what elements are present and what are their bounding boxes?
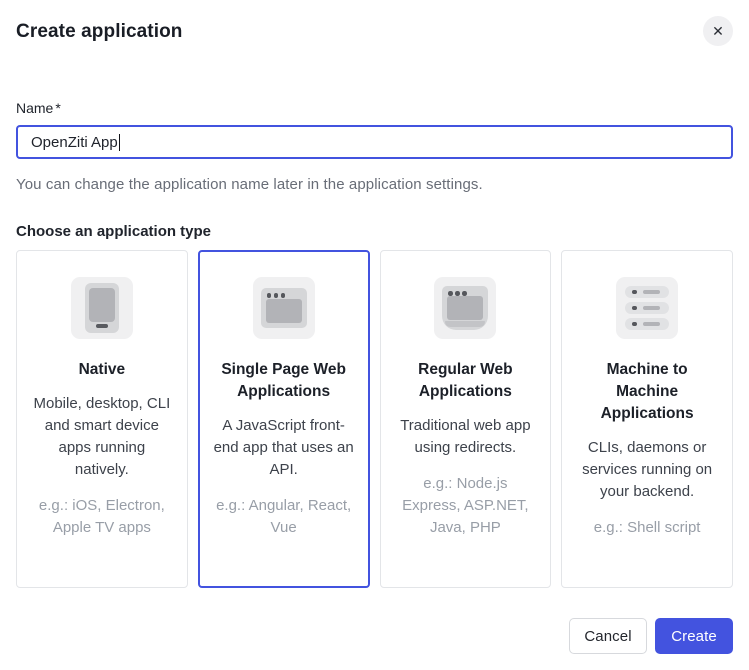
app-type-card-list: Native Mobile, desktop, CLI and smart de… [16,250,733,588]
dialog-header: Create application ✕ [16,16,733,46]
card-example: e.g.: Node.js Express, ASP.NET, Java, PH… [395,473,537,539]
app-type-card-native[interactable]: Native Mobile, desktop, CLI and smart de… [16,250,188,588]
card-title: Native [79,359,126,381]
server-stack-icon [616,277,678,339]
card-example: e.g.: Angular, React, Vue [213,495,355,539]
name-helper-text: You can change the application name late… [16,176,733,193]
app-type-card-machine-to-machine[interactable]: Machine to Machine Applications CLIs, da… [561,250,733,588]
name-field-label: Name* [16,100,733,116]
card-description: CLIs, daemons or services running on you… [576,437,718,503]
card-title: Single Page Web Applications [213,359,355,403]
dialog-footer: Cancel Create [16,618,733,654]
create-application-dialog: Create application ✕ Name* OpenZiti App … [0,0,749,670]
required-marker: * [55,100,60,116]
card-description: Traditional web app using redirects. [395,415,537,459]
card-description: A JavaScript front-end app that uses an … [213,415,355,481]
choose-type-label: Choose an application type [16,223,733,240]
text-caret [119,134,120,151]
cancel-button[interactable]: Cancel [569,618,647,654]
card-description: Mobile, desktop, CLI and smart device ap… [31,393,173,481]
create-button[interactable]: Create [655,618,733,654]
app-type-card-regular-web[interactable]: Regular Web Applications Traditional web… [380,250,552,588]
app-type-card-single-page-web[interactable]: Single Page Web Applications A JavaScrip… [198,250,370,588]
card-title: Machine to Machine Applications [576,359,718,425]
dialog-title: Create application [16,16,183,43]
web-server-window-icon [434,277,496,339]
name-input[interactable]: OpenZiti App [16,125,733,159]
phone-icon [71,277,133,339]
card-title: Regular Web Applications [395,359,537,403]
name-input-value: OpenZiti App [31,134,118,151]
card-example: e.g.: iOS, Electron, Apple TV apps [31,495,173,539]
card-example: e.g.: Shell script [594,517,701,539]
browser-window-icon [253,277,315,339]
close-icon: ✕ [712,24,724,38]
close-button[interactable]: ✕ [703,16,733,46]
